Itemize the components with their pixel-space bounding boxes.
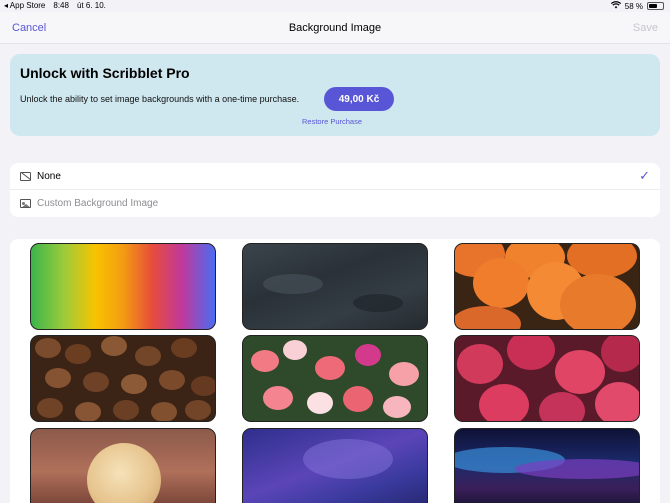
texture-patch [353, 294, 403, 312]
no-image-icon [20, 172, 31, 181]
background-options-list: None ✓ Custom Background Image [10, 163, 660, 217]
tile-pumpkins[interactable] [454, 243, 640, 330]
tile-dark-slate-texture[interactable] [242, 243, 428, 330]
bean-shape [185, 400, 211, 420]
status-date: út 6. 10. [76, 1, 106, 10]
tile-galaxy-night-sky[interactable] [242, 428, 428, 503]
option-custom-background[interactable]: Custom Background Image [10, 190, 660, 217]
tile-neon-wave[interactable] [454, 428, 640, 503]
save-button[interactable]: Save [633, 22, 658, 34]
bean-shape [171, 338, 197, 358]
flower-shape [389, 362, 419, 386]
flower-shape [283, 340, 307, 360]
option-custom-label: Custom Background Image [37, 198, 159, 209]
background-gallery [10, 239, 660, 503]
bean-shape [113, 400, 139, 420]
bean-shape [135, 346, 161, 366]
navigation-bar: Cancel Background Image Save [0, 12, 670, 44]
pro-title: Unlock with Scribblet Pro [20, 65, 190, 81]
pumpkin-shape [560, 274, 636, 329]
flower-shape [479, 384, 529, 421]
flower-shape [601, 336, 639, 372]
bean-shape [65, 344, 91, 364]
tile-pink-flowers[interactable] [242, 335, 428, 422]
flower-shape [251, 350, 279, 372]
flower-shape [595, 382, 639, 421]
photo-icon [20, 199, 31, 208]
pumpkin-shape [473, 258, 529, 308]
bean-shape [151, 402, 177, 421]
flower-shape [307, 392, 333, 414]
back-to-app-link[interactable]: ◂ App Store [4, 1, 45, 10]
purchase-button[interactable]: 49,00 Kč [324, 87, 394, 111]
bean-shape [191, 376, 215, 396]
option-none-label: None [37, 171, 61, 182]
nebula-shape [303, 439, 393, 479]
moon-shape [87, 443, 161, 503]
bean-shape [121, 374, 147, 394]
tile-full-moon[interactable] [30, 428, 216, 503]
restore-purchase-link[interactable]: Restore Purchase [302, 117, 362, 126]
tile-red-chrysanthemums[interactable] [454, 335, 640, 422]
wifi-icon [610, 1, 621, 11]
battery-percent: 58 % [624, 1, 643, 11]
bean-shape [101, 336, 127, 356]
flower-shape [263, 386, 293, 410]
page-title: Background Image [288, 22, 382, 34]
flower-shape [555, 350, 605, 394]
bean-shape [37, 398, 63, 418]
flower-shape [539, 392, 585, 421]
tile-coffee-beans[interactable] [30, 335, 216, 422]
flower-shape [457, 344, 503, 384]
tile-rainbow-gradient[interactable] [30, 243, 216, 330]
option-none[interactable]: None ✓ [10, 163, 660, 190]
wave-shape [515, 459, 639, 479]
flower-shape [383, 396, 411, 418]
bean-shape [45, 368, 71, 388]
checkmark-icon: ✓ [639, 168, 650, 183]
bean-shape [75, 402, 101, 421]
flower-shape [343, 386, 373, 412]
pro-description: Unlock the ability to set image backgrou… [20, 94, 300, 104]
pro-upsell-card: Unlock with Scribblet Pro Unlock the abi… [10, 54, 660, 136]
bean-shape [35, 338, 61, 358]
bean-shape [159, 370, 185, 390]
texture-patch [263, 274, 323, 294]
flower-shape [507, 336, 555, 370]
status-time: 8:48 [53, 1, 69, 10]
pumpkin-shape [455, 306, 521, 329]
flower-shape [355, 344, 381, 366]
status-bar: ◂ App Store 8:48 út 6. 10. 58 % [0, 0, 670, 12]
flower-shape [315, 356, 345, 380]
bean-shape [83, 372, 109, 392]
battery-icon [647, 2, 664, 10]
